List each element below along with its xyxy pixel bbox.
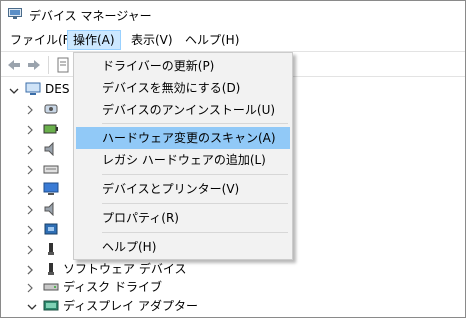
- tree-root-label[interactable]: DES: [45, 79, 69, 99]
- network-adapter-icon: [43, 222, 59, 236]
- chevron-down-icon[interactable]: [9, 85, 19, 95]
- menu-action[interactable]: 操作(A): [67, 30, 121, 50]
- menu-help[interactable]: ヘルプ(H): [179, 30, 245, 50]
- tree-category-label: ソフトウェア デバイス: [63, 262, 187, 276]
- tree-category-row[interactable]: [1, 219, 81, 239]
- device-manager-window: デバイス マネージャー ファイル(F) 操作(A) 表示(V) ヘルプ(H) D…: [0, 0, 466, 318]
- action-dropdown-menu: ドライバーの更新(P) デバイスを無効にする(D) デバイスのアンインストール(…: [73, 52, 293, 260]
- menu-view[interactable]: 表示(V): [125, 30, 179, 50]
- forward-arrow-icon[interactable]: [25, 56, 43, 74]
- tree-category-label: ディスク ドライブ: [63, 280, 162, 294]
- back-arrow-icon[interactable]: [5, 56, 23, 74]
- menu-separator: [102, 174, 288, 175]
- speaker-icon: [43, 201, 59, 217]
- chevron-right-icon[interactable]: [25, 244, 35, 255]
- menu-item-add-legacy-hardware[interactable]: レガシ ハードウェアの追加(L): [76, 149, 290, 171]
- menu-bar: ファイル(F) 操作(A) 表示(V) ヘルプ(H): [1, 29, 465, 51]
- usb-icon: [43, 242, 59, 256]
- tree-category-row[interactable]: [1, 139, 81, 159]
- computer-icon: [25, 82, 41, 96]
- menu-item-help[interactable]: ヘルプ(H): [76, 236, 290, 258]
- chevron-right-icon[interactable]: [25, 204, 35, 215]
- chevron-right-icon[interactable]: [25, 282, 35, 293]
- speaker-icon: [43, 141, 59, 157]
- chevron-right-icon[interactable]: [25, 104, 35, 115]
- chevron-right-icon[interactable]: [25, 184, 35, 195]
- menu-item-uninstall-device[interactable]: デバイスのアンインストール(U): [76, 99, 290, 121]
- menu-separator: [102, 123, 288, 124]
- tree-category-row[interactable]: [1, 239, 81, 259]
- tree-category-row[interactable]: ディスク ドライブ: [1, 277, 461, 297]
- properties-icon[interactable]: [55, 56, 73, 74]
- menu-separator: [102, 232, 288, 233]
- keyboard-icon: [43, 162, 59, 176]
- device-manager-icon: [8, 8, 22, 20]
- monitor-icon: [43, 182, 59, 196]
- menu-separator: [102, 203, 288, 204]
- battery-icon: [43, 122, 59, 136]
- chevron-right-icon[interactable]: [25, 264, 35, 275]
- title-bar: デバイス マネージャー: [1, 1, 465, 29]
- window-title: デバイス マネージャー: [29, 9, 152, 23]
- menu-item-update-driver[interactable]: ドライバーの更新(P): [76, 55, 290, 77]
- tree-category-row[interactable]: [1, 119, 81, 139]
- tree-category-row[interactable]: [1, 199, 81, 219]
- tree-category-row[interactable]: [1, 179, 81, 199]
- chevron-right-icon[interactable]: [25, 124, 35, 135]
- chevron-right-icon[interactable]: [25, 224, 35, 235]
- menu-item-disable-device[interactable]: デバイスを無効にする(D): [76, 77, 290, 99]
- tree-category-row[interactable]: ディスプレイ アダプター: [1, 296, 461, 316]
- toolbar-separator: [48, 56, 49, 74]
- display-adapter-icon: [43, 299, 59, 313]
- menu-item-devices-and-printers[interactable]: デバイスとプリンター(V): [76, 178, 290, 200]
- chevron-right-icon[interactable]: [25, 144, 35, 155]
- audio-input-icon: [43, 102, 59, 116]
- tree-category-label: ディスプレイ アダプター: [63, 299, 198, 313]
- chevron-right-icon[interactable]: [25, 164, 35, 175]
- chevron-down-icon[interactable]: [27, 301, 37, 311]
- tree-category-row[interactable]: [1, 159, 81, 179]
- menu-item-properties[interactable]: プロパティ(R): [76, 207, 290, 229]
- menu-item-scan-hardware-changes[interactable]: ハードウェア変更のスキャン(A): [76, 127, 290, 149]
- disk-drive-icon: [43, 280, 59, 294]
- tree-category-row[interactable]: ソフトウェア デバイス: [1, 259, 461, 279]
- software-device-icon: [43, 262, 59, 276]
- tree-category-row[interactable]: [1, 99, 81, 119]
